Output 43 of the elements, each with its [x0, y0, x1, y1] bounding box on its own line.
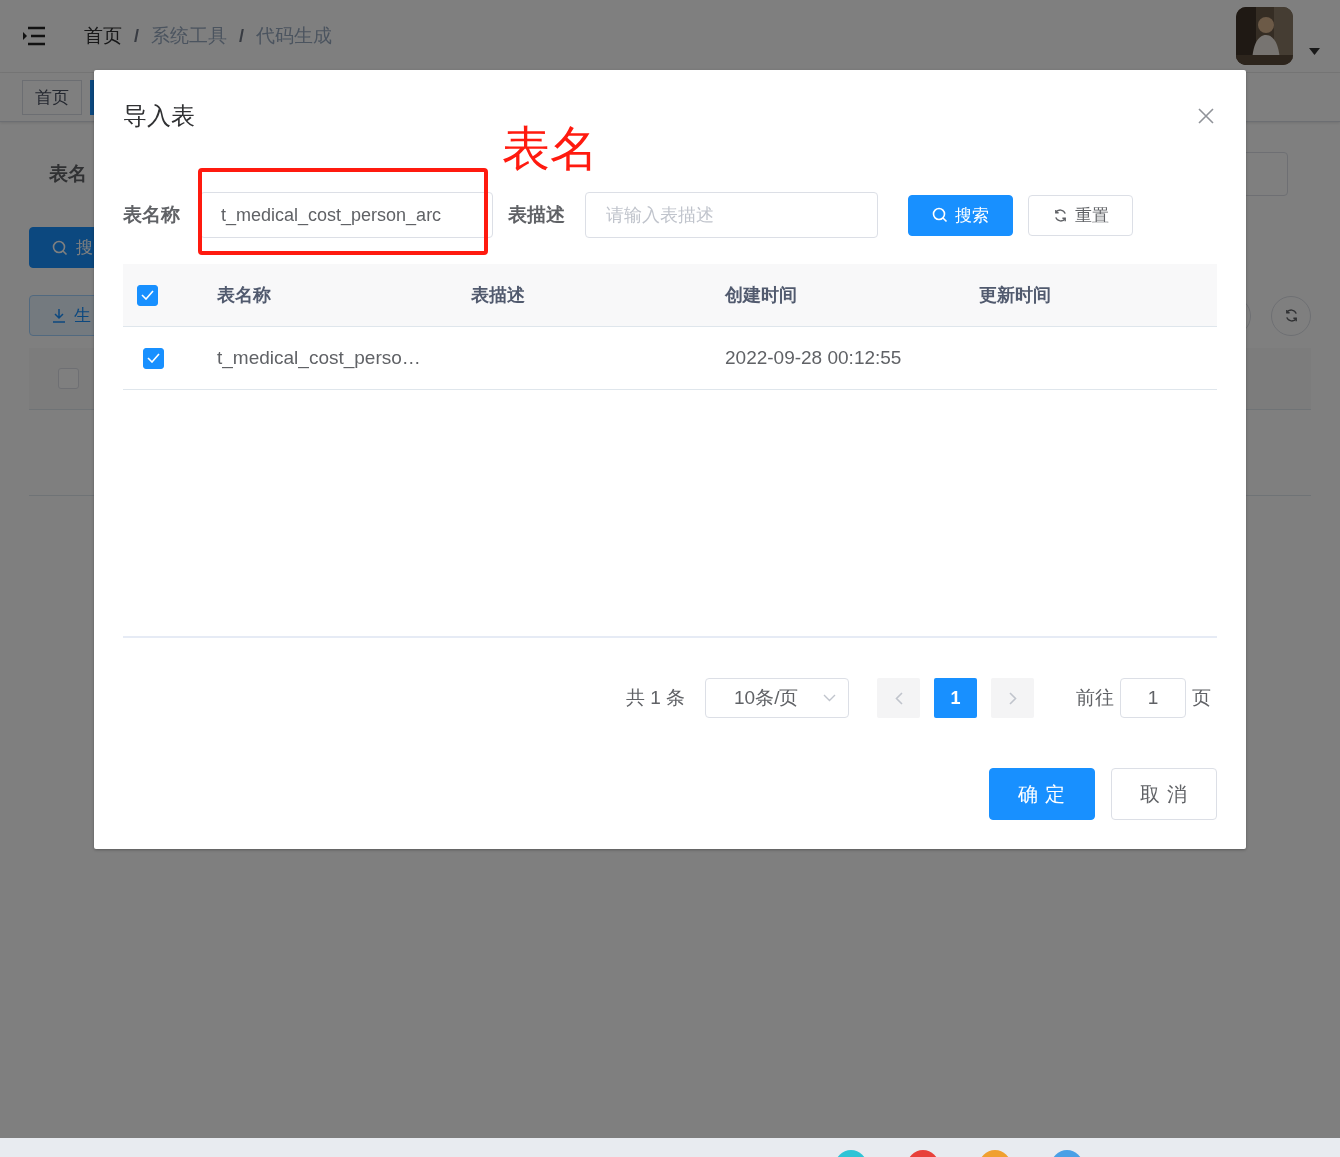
- search-icon: [52, 239, 68, 256]
- column-header: 表名称: [217, 284, 272, 307]
- page-input[interactable]: 1: [1120, 678, 1186, 718]
- check-icon: [147, 353, 160, 363]
- tab[interactable]: 首页: [22, 79, 82, 115]
- checkbox[interactable]: [137, 284, 158, 306]
- total-count: 共 1 条: [625, 686, 685, 710]
- download-icon: [52, 308, 66, 323]
- confirm-button[interactable]: 确 定: [989, 768, 1095, 820]
- chevron-down-icon: [823, 694, 836, 702]
- table-cell-text: 2022-09-28 00:12:55: [725, 347, 903, 369]
- menu-fold-icon[interactable]: [22, 26, 46, 46]
- refresh-icon: [1283, 308, 1299, 323]
- chevron-left-icon: [894, 691, 903, 705]
- column-header: 表描述: [471, 284, 526, 307]
- filter-label: 表名称: [123, 203, 180, 227]
- search-icon: [932, 207, 948, 223]
- form-label: 表名: [49, 162, 87, 186]
- breadcrumb-separator: /: [134, 25, 139, 47]
- input-field[interactable]: t_medical_cost_person_arc: [200, 192, 493, 238]
- annotation-label: 表名: [502, 121, 598, 177]
- column-header: 创建时间: [725, 284, 798, 307]
- refresh-button[interactable]: [1271, 295, 1311, 336]
- search-button[interactable]: 搜索: [908, 194, 1013, 236]
- breadcrumb-separator: /: [239, 25, 245, 47]
- cancel-button[interactable]: 取 消: [1111, 768, 1217, 820]
- checkbox[interactable]: [143, 347, 164, 369]
- table-cell-text: t_medical_cost_perso…: [217, 347, 422, 369]
- check-icon: [141, 290, 154, 300]
- refresh-icon: [1052, 207, 1068, 223]
- filter-label: 表描述: [508, 203, 565, 227]
- close-button[interactable]: [1196, 106, 1216, 126]
- page-size-select[interactable]: 10条/页: [705, 678, 849, 718]
- chevron-right-icon: [1008, 691, 1017, 705]
- reset-button[interactable]: 重置: [1028, 194, 1133, 236]
- page-button[interactable]: 1: [934, 678, 977, 718]
- column-header: 更新时间: [979, 284, 1052, 307]
- dialog-title: 导入表: [123, 101, 195, 131]
- page-suffix: 页: [1192, 686, 1211, 710]
- goto-label: 前往: [1076, 686, 1114, 710]
- caret-icon[interactable]: [1309, 47, 1320, 55]
- breadcrumb-item[interactable]: 首页: [84, 23, 122, 49]
- input-field[interactable]: 请输入表描述: [585, 192, 878, 238]
